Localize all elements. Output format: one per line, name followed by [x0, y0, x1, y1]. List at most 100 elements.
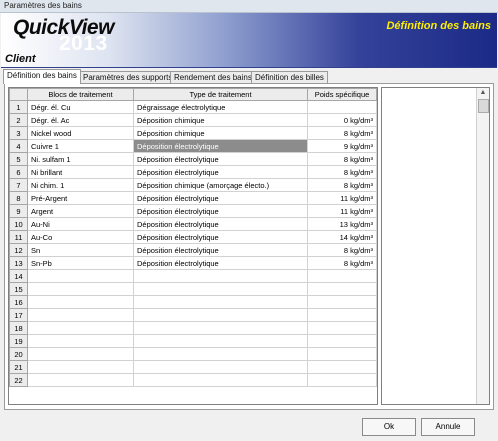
table-row[interactable]: 1 Dégr. él. Cu Dégraissage électrolytique — [9, 100, 377, 114]
row-number[interactable]: 14 — [9, 269, 28, 283]
cell-poids[interactable] — [307, 334, 377, 348]
cell-type[interactable]: Déposition chimique (amorçage électo.) — [133, 178, 308, 192]
cell-poids[interactable] — [307, 269, 377, 283]
cell-bloc[interactable] — [27, 347, 134, 361]
tab-definition-billes[interactable]: Définition des billes — [251, 71, 328, 83]
cell-type[interactable] — [133, 347, 308, 361]
cell-poids[interactable] — [307, 360, 377, 374]
row-number[interactable]: 13 — [9, 256, 28, 270]
cell-type[interactable]: Déposition chimique — [133, 113, 308, 127]
cell-poids[interactable]: 8 kg/dm³ — [307, 243, 377, 257]
table-row[interactable]: 20 — [9, 347, 377, 361]
table-row[interactable]: 13 Sn-Pb Déposition électrolytique 8 kg/dm³ — [9, 256, 377, 270]
cell-poids[interactable]: 8 kg/dm³ — [307, 256, 377, 270]
row-number[interactable]: 3 — [9, 126, 28, 140]
row-number[interactable]: 15 — [9, 282, 28, 296]
cell-bloc[interactable]: Dégr. él. Ac — [27, 113, 134, 127]
cell-type[interactable] — [133, 269, 308, 283]
table-row[interactable]: 14 — [9, 269, 377, 283]
table-row[interactable]: 2 Dégr. él. Ac Déposition chimique 0 kg/dm³ — [9, 113, 377, 127]
cell-poids[interactable]: 13 kg/dm³ — [307, 217, 377, 231]
table-row[interactable]: 4 Cuivre 1 Déposition électrolytique 9 kg/d… — [9, 139, 377, 153]
ok-button[interactable]: Ok — [362, 418, 416, 436]
cell-type[interactable]: Déposition électrolytique — [133, 152, 308, 166]
cell-type[interactable] — [133, 334, 308, 348]
table-row[interactable]: 22 — [9, 373, 377, 387]
cell-type[interactable]: Déposition électrolytique — [133, 256, 308, 270]
table-row[interactable]: 11 Au-Co Déposition électrolytique 14 kg/dm… — [9, 230, 377, 244]
cell-bloc[interactable]: Au-Ni — [27, 217, 134, 231]
table-row[interactable]: 17 — [9, 308, 377, 322]
table-row[interactable]: 10 Au-Ni Déposition électrolytique 13 kg/dm… — [9, 217, 377, 231]
cell-type[interactable]: Déposition électrolytique — [133, 165, 308, 179]
cell-bloc[interactable]: Argent — [27, 204, 134, 218]
table-row[interactable]: 8 Pré-Argent Déposition électrolytique 11 k… — [9, 191, 377, 205]
cell-type[interactable] — [133, 308, 308, 322]
cell-poids[interactable] — [307, 100, 377, 114]
cell-type[interactable]: Déposition électrolytique — [133, 204, 308, 218]
tab-definition-bains[interactable]: Définition des bains — [3, 69, 81, 84]
cell-type[interactable]: Déposition électrolytique — [133, 243, 308, 257]
scroll-up-icon[interactable]: ▲ — [477, 88, 489, 98]
cell-bloc[interactable]: Ni brillant — [27, 165, 134, 179]
row-number[interactable]: 16 — [9, 295, 28, 309]
row-number[interactable]: 17 — [9, 308, 28, 322]
cell-type[interactable] — [133, 321, 308, 335]
cell-bloc[interactable] — [27, 308, 134, 322]
table-row[interactable]: 9 Argent Déposition électrolytique 11 kg/dm… — [9, 204, 377, 218]
row-number[interactable]: 7 — [9, 178, 28, 192]
cell-bloc[interactable]: Nickel wood — [27, 126, 134, 140]
table-row[interactable]: 6 Ni brillant Déposition électrolytique 8 k… — [9, 165, 377, 179]
cell-bloc[interactable] — [27, 321, 134, 335]
cell-bloc[interactable]: Pré-Argent — [27, 191, 134, 205]
cell-bloc[interactable]: Cuivre 1 — [27, 139, 134, 153]
cell-bloc[interactable] — [27, 360, 134, 374]
row-number[interactable]: 9 — [9, 204, 28, 218]
row-number[interactable]: 21 — [9, 360, 28, 374]
table-row[interactable]: 19 — [9, 334, 377, 348]
cell-poids[interactable] — [307, 308, 377, 322]
column-header-type[interactable]: Type de traitement — [133, 88, 308, 101]
cell-poids[interactable]: 8 kg/dm³ — [307, 126, 377, 140]
cell-bloc[interactable]: Ni chim. 1 — [27, 178, 134, 192]
column-header-poids[interactable]: Poids spécifique — [307, 88, 377, 101]
table-row[interactable]: 16 — [9, 295, 377, 309]
row-number[interactable]: 22 — [9, 373, 28, 387]
cell-poids[interactable] — [307, 321, 377, 335]
cell-type[interactable]: Déposition électrolytique — [133, 139, 308, 153]
column-header-blocs[interactable]: Blocs de traitement — [27, 88, 134, 101]
cell-type[interactable] — [133, 282, 308, 296]
scroll-thumb[interactable] — [478, 99, 489, 113]
table-row[interactable]: 21 — [9, 360, 377, 374]
cancel-button[interactable]: Annule — [421, 418, 475, 436]
cell-poids[interactable]: 9 kg/dm³ — [307, 139, 377, 153]
cell-poids[interactable]: 8 kg/dm³ — [307, 165, 377, 179]
row-number[interactable]: 12 — [9, 243, 28, 257]
cell-poids[interactable]: 11 kg/dm³ — [307, 191, 377, 205]
row-number[interactable]: 6 — [9, 165, 28, 179]
cell-bloc[interactable] — [27, 373, 134, 387]
vertical-scrollbar[interactable]: ▲ — [476, 88, 489, 404]
cell-poids[interactable]: 0 kg/dm³ — [307, 113, 377, 127]
row-number[interactable]: 4 — [9, 139, 28, 153]
cell-bloc[interactable]: Ni. sulfam 1 — [27, 152, 134, 166]
cell-type[interactable]: Déposition électrolytique — [133, 191, 308, 205]
cell-bloc[interactable]: Au-Co — [27, 230, 134, 244]
table-row[interactable]: 12 Sn Déposition électrolytique 8 kg/dm³ — [9, 243, 377, 257]
cell-poids[interactable] — [307, 347, 377, 361]
row-number[interactable]: 10 — [9, 217, 28, 231]
cell-bloc[interactable] — [27, 295, 134, 309]
cell-poids[interactable] — [307, 282, 377, 296]
table-row[interactable]: 5 Ni. sulfam 1 Déposition électrolytique 8 … — [9, 152, 377, 166]
cell-bloc[interactable] — [27, 334, 134, 348]
cell-poids[interactable]: 8 kg/dm³ — [307, 178, 377, 192]
cell-bloc[interactable]: Sn-Pb — [27, 256, 134, 270]
tab-parametres-supports[interactable]: Paramètres des supports — [79, 71, 177, 83]
cell-poids[interactable]: 14 kg/dm³ — [307, 230, 377, 244]
table-row[interactable]: 3 Nickel wood Déposition chimique 8 kg/dm³ — [9, 126, 377, 140]
row-number[interactable]: 19 — [9, 334, 28, 348]
cell-type[interactable] — [133, 360, 308, 374]
row-number[interactable]: 2 — [9, 113, 28, 127]
table-row[interactable]: 15 — [9, 282, 377, 296]
cell-poids[interactable]: 11 kg/dm³ — [307, 204, 377, 218]
